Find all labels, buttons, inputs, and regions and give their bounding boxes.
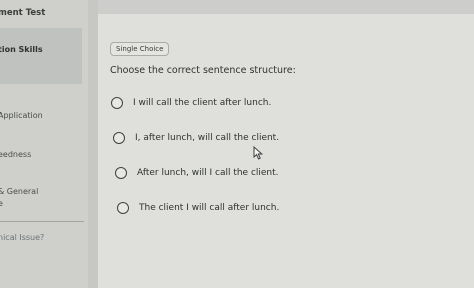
- sidebar-item-technical-issue[interactable]: nical Issue?: [0, 233, 44, 242]
- sidebar: ment Test tion Skills Application eednes…: [0, 0, 88, 288]
- sidebar-item-application[interactable]: Application: [0, 111, 43, 120]
- radio-button[interactable]: [117, 202, 129, 214]
- radio-button[interactable]: [115, 167, 127, 179]
- answer-option[interactable]: I, after lunch, will call the client.: [113, 132, 279, 144]
- panel-separator: [88, 0, 98, 288]
- answer-option[interactable]: The client I will call after lunch.: [117, 202, 279, 214]
- question-prompt: Choose the correct sentence structure:: [110, 65, 296, 76]
- sidebar-item-general-cont: e: [0, 199, 3, 208]
- mouse-pointer-icon: [253, 145, 264, 164]
- radio-button[interactable]: [113, 132, 125, 144]
- sidebar-item-readiness[interactable]: eedness: [0, 150, 31, 159]
- top-bar: [98, 0, 474, 14]
- answer-option[interactable]: I will call the client after lunch.: [111, 97, 271, 109]
- sidebar-divider: [0, 221, 84, 222]
- answer-option-label[interactable]: The client I will call after lunch.: [139, 203, 279, 213]
- answer-option[interactable]: After lunch, will I call the client.: [115, 167, 279, 179]
- answer-option-label[interactable]: After lunch, will I call the client.: [137, 168, 279, 178]
- sidebar-item-skills[interactable]: tion Skills: [0, 45, 43, 54]
- sidebar-title: ment Test: [0, 8, 46, 18]
- radio-button[interactable]: [111, 97, 123, 109]
- question-type-badge: Single Choice: [110, 42, 170, 56]
- answer-option-label[interactable]: I, after lunch, will call the client.: [135, 133, 279, 143]
- sidebar-item-general[interactable]: & General: [0, 187, 38, 196]
- answer-option-label[interactable]: I will call the client after lunch.: [133, 98, 271, 108]
- sidebar-active-highlight: [0, 28, 82, 84]
